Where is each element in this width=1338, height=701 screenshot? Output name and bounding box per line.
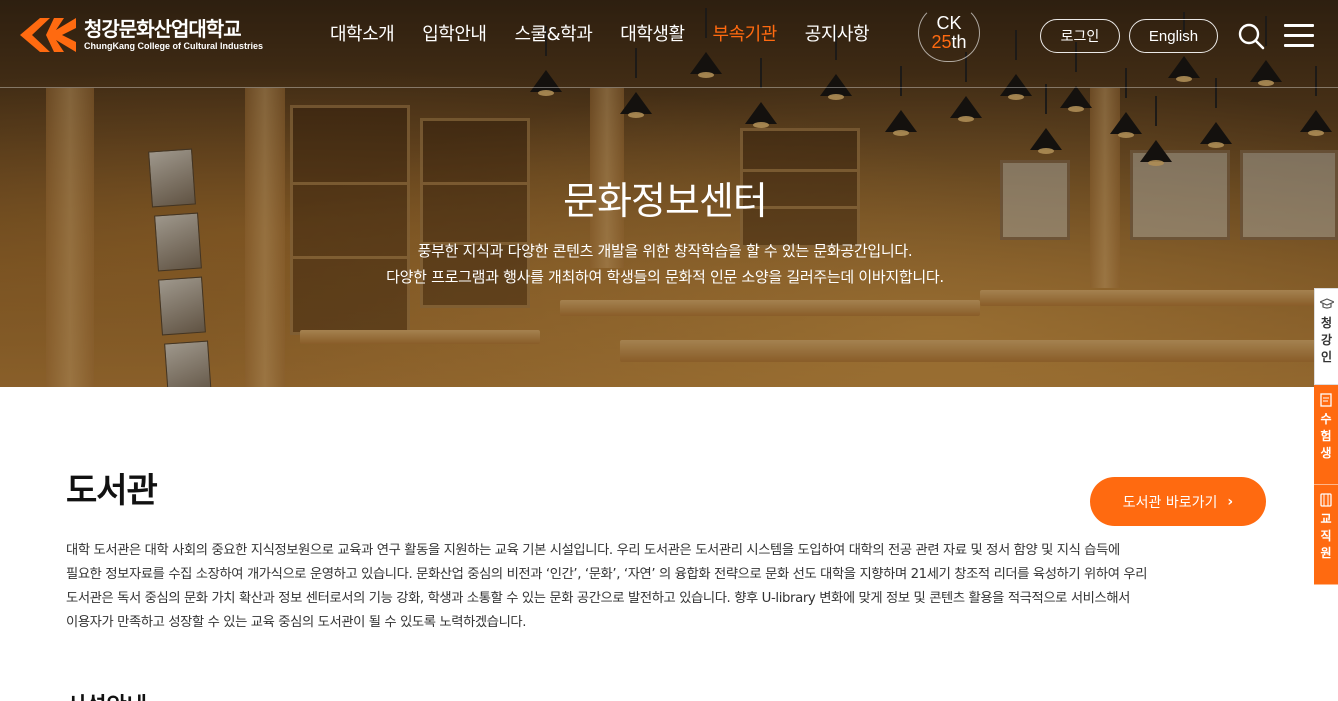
nav-item-affiliated[interactable]: 부속기관	[713, 22, 778, 48]
quick-menu-students[interactable]: 청강인	[1314, 288, 1338, 385]
quick-menu-staff-label: 교직원	[1320, 512, 1332, 560]
hero-subtitle-line-1: 풍부한 지식과 다양한 콘텐츠 개발을 위한 창작학습을 할 수 있는 문화공간…	[417, 242, 913, 260]
library-shortcut-label: 도서관 바로가기	[1122, 494, 1218, 511]
nav-item-admission[interactable]: 입학안내	[422, 22, 487, 48]
logo-korean-name: 청강문화산업대학교	[84, 17, 242, 41]
hero-subtitle: 풍부한 지식과 다양한 콘텐츠 개발을 위한 창작학습을 할 수 있는 문화공간…	[0, 238, 1330, 290]
main-nav: 대학소개 입학안내 스쿨&학과 대학생활 부속기관 공지사항	[330, 22, 897, 48]
description-line-1: 대학 도서관은 대학 사회의 중요한 지식정보원으로 교육과 연구 활동을 지원…	[66, 543, 1120, 558]
quick-menu-applicants[interactable]: 수험생	[1314, 385, 1338, 485]
description-line-3: 도서관은 독서 중심의 문화 가치 확산과 정보 센터로서의 기능 강화, 학생…	[66, 591, 1131, 606]
nav-item-schools[interactable]: 스쿨&학과	[515, 22, 593, 48]
chevron-right-icon: ›	[1227, 493, 1234, 510]
site-header: 청강문화산업대학교 ChungKang College of Cultural …	[0, 0, 1338, 88]
anniversary-suffix: th	[951, 32, 967, 52]
quick-menu-students-label: 청강인	[1320, 316, 1333, 364]
quick-menu-applicants-label: 수험생	[1320, 412, 1332, 460]
college-logo[interactable]: 청강문화산업대학교 ChungKang College of Cultural …	[18, 16, 263, 54]
graduation-cap-icon	[1319, 298, 1334, 309]
anniversary-25th-badge[interactable]: CK 25th	[918, 4, 980, 62]
hero-subtitle-line-2: 다양한 프로그램과 행사를 개최하여 학생들의 문화적 인문 소양을 길러주는데…	[386, 268, 944, 286]
nav-item-notices[interactable]: 공지사항	[805, 22, 870, 48]
section-title-facilities: 시설안내	[66, 688, 147, 701]
id-card-icon	[1320, 493, 1332, 507]
library-shortcut-button[interactable]: 도서관 바로가기 ›	[1090, 477, 1266, 526]
description-line-2: 필요한 정보자료를 수집 소장하여 개가식으로 운영하고 있습니다. 문화산업 …	[66, 567, 1148, 582]
login-button[interactable]: 로그인	[1040, 19, 1120, 53]
english-language-button[interactable]: English	[1129, 19, 1218, 53]
quick-menu-staff[interactable]: 교직원	[1314, 485, 1338, 585]
logo-english-name: ChungKang College of Cultural Industries	[84, 41, 264, 51]
search-icon[interactable]	[1237, 22, 1265, 50]
section-title-library: 도서관	[66, 471, 158, 511]
note-icon	[1320, 393, 1332, 407]
description-line-4: 이용자가 만족하고 성장할 수 있는 교육 중심의 도서관이 될 수 있도록 노…	[66, 615, 527, 630]
nav-item-campus-life[interactable]: 대학생활	[620, 22, 685, 48]
hamburger-menu-icon[interactable]	[1284, 24, 1314, 48]
quick-side-menu: 청강인 수험생 교직원	[1314, 288, 1338, 585]
library-description: 대학 도서관은 대학 사회의 중요한 지식정보원으로 교육과 연구 활동을 지원…	[66, 539, 1276, 635]
nav-item-about[interactable]: 대학소개	[330, 22, 395, 48]
ck-logo-icon	[18, 16, 78, 54]
anniversary-number: 25	[931, 32, 952, 52]
anniversary-ck-text: CK	[936, 13, 962, 33]
hero-title: 문화정보센터	[563, 179, 768, 223]
